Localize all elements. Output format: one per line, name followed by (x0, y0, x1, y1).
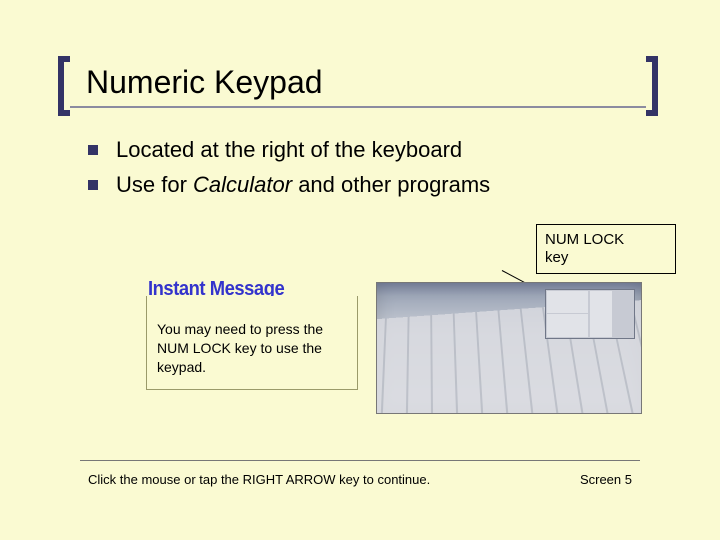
bullet-2-prefix: Use for (116, 172, 193, 197)
title-underline (70, 106, 646, 108)
slide: Numeric Keypad Located at the right of t… (0, 0, 720, 540)
bullet-2-suffix: and other programs (292, 172, 490, 197)
callout-line1: NUM LOCK (545, 231, 667, 249)
bullet-text-1: Located at the right of the keyboard (116, 136, 462, 165)
numlock-callout: NUM LOCK key (536, 224, 676, 274)
title-area: Numeric Keypad (58, 56, 658, 116)
screen-number: Screen 5 (580, 472, 632, 487)
footer-divider (80, 460, 640, 461)
bullet-icon (88, 180, 98, 190)
bullet-icon (88, 145, 98, 155)
instant-message-box: You may need to press the NUM LOCK key t… (146, 296, 358, 390)
list-item: Located at the right of the keyboard (88, 136, 648, 165)
footer-instruction: Click the mouse or tap the RIGHT ARROW k… (88, 472, 430, 487)
bullet-2-italic: Calculator (193, 172, 292, 197)
list-item: Use for Calculator and other programs (88, 171, 648, 200)
bullet-list: Located at the right of the keyboard Use… (88, 136, 648, 205)
bracket-right-icon (646, 56, 658, 116)
bullet-text-2: Use for Calculator and other programs (116, 171, 490, 200)
callout-line2: key (545, 249, 667, 267)
bracket-left-icon (58, 56, 70, 116)
page-title: Numeric Keypad (86, 64, 323, 101)
instant-message-body: You may need to press the NUM LOCK key t… (147, 310, 357, 389)
keyboard-image (376, 282, 642, 414)
